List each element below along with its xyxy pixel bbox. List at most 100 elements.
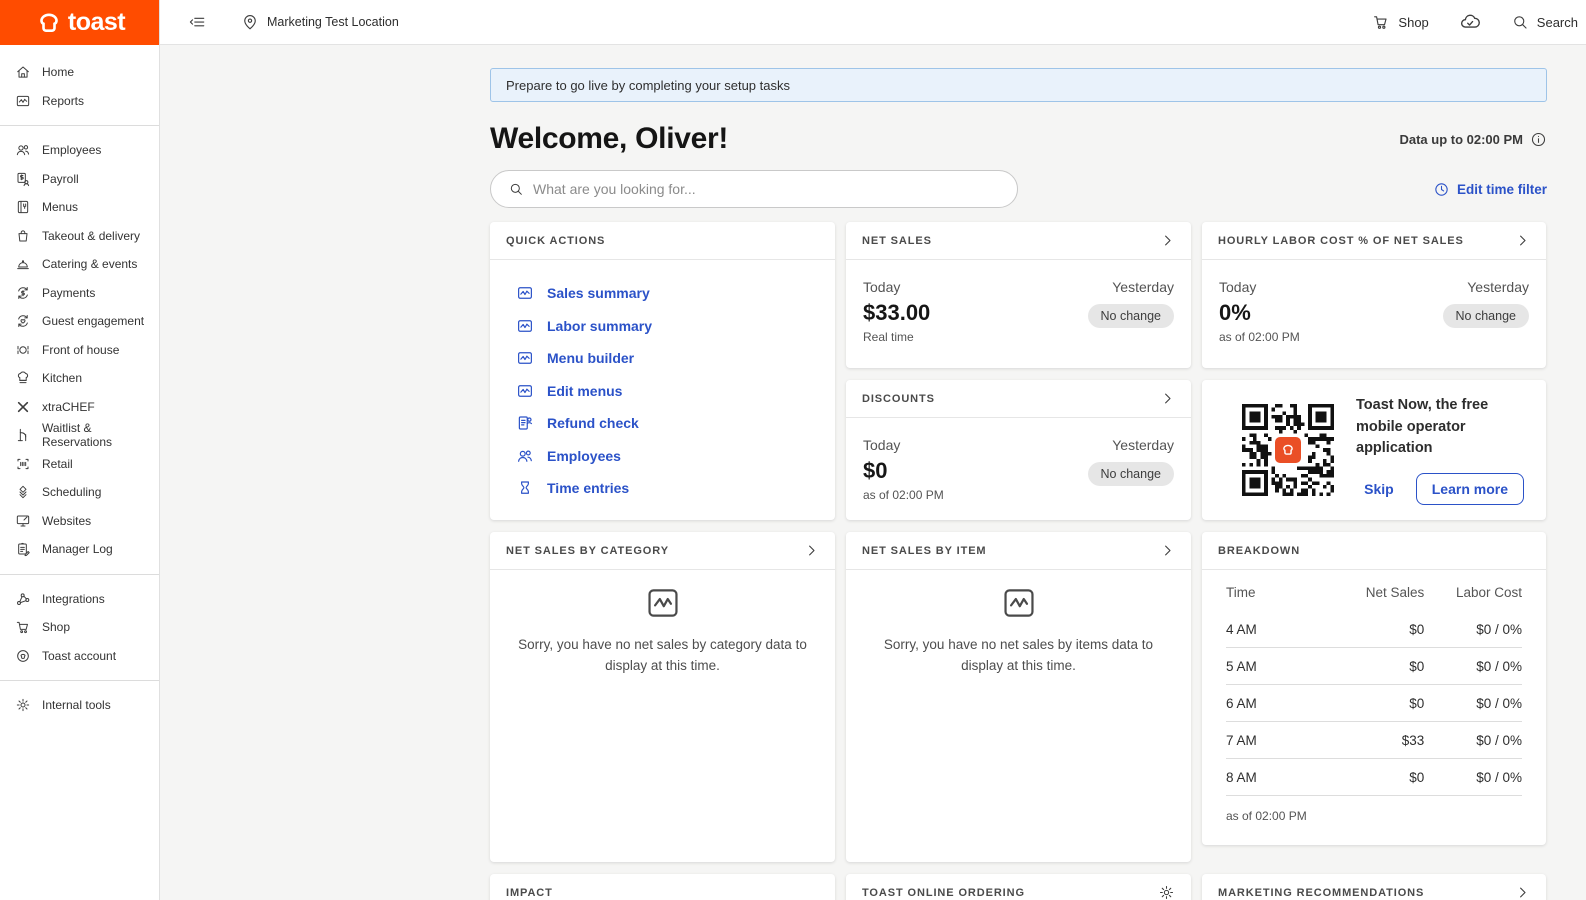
chevron-right-icon[interactable] xyxy=(1160,233,1175,248)
breakdown-as-of: as of 02:00 PM xyxy=(1226,796,1522,823)
quick-action-edit-menus[interactable]: Edit menus xyxy=(516,382,809,400)
chevron-right-icon[interactable] xyxy=(804,543,819,558)
sidebar-item-manager-log[interactable]: Manager Log xyxy=(0,535,159,564)
chevron-right-icon[interactable] xyxy=(1515,233,1530,248)
gear-icon xyxy=(15,697,31,713)
sidebar-item-label: Scheduling xyxy=(42,485,101,499)
sidebar-item-label: xtraCHEF xyxy=(42,400,95,414)
sidebar-item-label: Catering & events xyxy=(42,257,137,271)
data-up-to-label: Data up to 02:00 PM xyxy=(1399,132,1523,147)
quick-action-refund-check[interactable]: Refund check xyxy=(516,414,809,432)
edit-time-filter-label: Edit time filter xyxy=(1457,182,1547,197)
sidebar-item-employees[interactable]: Employees xyxy=(0,136,159,165)
sidebar-item-kitchen[interactable]: Kitchen xyxy=(0,364,159,393)
card-header: HOURLY LABOR COST % OF NET SALES xyxy=(1202,222,1546,260)
quick-action-menu-builder[interactable]: Menu builder xyxy=(516,349,809,367)
card-header: DISCOUNTS xyxy=(846,380,1191,418)
chevron-right-icon[interactable] xyxy=(1160,543,1175,558)
sidebar-item-payments[interactable]: Payments xyxy=(0,279,159,308)
setup-tasks-banner[interactable]: Prepare to go live by completing your se… xyxy=(490,68,1547,102)
sidebar-item-waitlist-reservations[interactable]: Waitlist & Reservations xyxy=(0,421,159,450)
sidebar-item-label: Front of house xyxy=(42,343,119,357)
quick-action-sales-summary[interactable]: Sales summary xyxy=(516,284,809,302)
chevron-right-icon[interactable] xyxy=(1515,885,1530,900)
sidebar-divider xyxy=(0,125,159,126)
sidebar-item-guest-engagement[interactable]: Guest engagement xyxy=(0,307,159,336)
hourglass-icon xyxy=(516,479,534,497)
page-title: Welcome, Oliver! xyxy=(490,122,728,156)
xtrachef-icon xyxy=(15,399,31,415)
search-input[interactable] xyxy=(533,181,1000,197)
card-title: IMPACT xyxy=(506,887,553,899)
learn-more-button[interactable]: Learn more xyxy=(1416,473,1524,505)
skip-button[interactable]: Skip xyxy=(1364,481,1394,497)
collapse-menu-icon xyxy=(188,13,206,31)
search-button[interactable]: Search xyxy=(1511,13,1578,31)
toast-account-icon xyxy=(15,648,31,664)
sidebar-item-shop[interactable]: Shop xyxy=(0,613,159,642)
sidebar-item-toast-account[interactable]: Toast account xyxy=(0,642,159,671)
sync-status-button[interactable] xyxy=(1459,11,1481,33)
net-sales-card: NET SALES Today $33.00 Real time Yesterd… xyxy=(846,222,1191,368)
shop-button[interactable]: Shop xyxy=(1372,13,1428,31)
sidebar-item-payroll[interactable]: Payroll xyxy=(0,165,159,194)
sidebar-item-retail[interactable]: Retail xyxy=(0,450,159,479)
integrations-icon xyxy=(15,591,31,607)
qr-code xyxy=(1242,404,1334,496)
search-icon xyxy=(508,181,524,197)
takeout-bag-icon xyxy=(15,228,31,244)
sidebar-item-label: Internal tools xyxy=(42,698,111,712)
quick-action-time-entries[interactable]: Time entries xyxy=(516,479,809,497)
sidebar-item-label: Websites xyxy=(42,514,91,528)
sidebar-item-takeout-delivery[interactable]: Takeout & delivery xyxy=(0,222,159,251)
labor-value: 0% xyxy=(1219,300,1300,326)
table-header-row: Time Net Sales Labor Cost xyxy=(1226,570,1522,611)
sidebar-item-scheduling[interactable]: Scheduling xyxy=(0,478,159,507)
col-time: Time xyxy=(1226,570,1327,611)
card-header: MARKETING RECOMMENDATIONS xyxy=(1202,874,1546,900)
empty-chart-icon xyxy=(1000,584,1038,622)
topbar: Marketing Test Location Shop Search xyxy=(160,0,1586,45)
edit-time-filter-button[interactable]: Edit time filter xyxy=(1433,181,1547,198)
no-change-badge: No change xyxy=(1088,462,1174,486)
sidebar-item-label: Reports xyxy=(42,94,84,108)
info-icon[interactable] xyxy=(1530,131,1547,148)
sidebar-item-label: Retail xyxy=(42,457,73,471)
net-sales-by-category-card: NET SALES BY CATEGORY Sorry, you have no… xyxy=(490,532,835,862)
gear-icon[interactable] xyxy=(1158,884,1175,900)
sidebar-item-label: Kitchen xyxy=(42,371,82,385)
websites-icon xyxy=(15,513,31,529)
sidebar-item-menus[interactable]: Menus xyxy=(0,193,159,222)
chevron-right-icon[interactable] xyxy=(1160,391,1175,406)
retail-barcode-icon xyxy=(15,456,31,472)
brand-name: toast xyxy=(68,8,125,37)
toast-logo-badge xyxy=(1275,437,1301,463)
today-label: Today xyxy=(863,437,944,453)
sidebar-item-label: Takeout & delivery xyxy=(42,229,140,243)
scheduling-icon xyxy=(15,484,31,500)
location-pin-icon xyxy=(241,13,259,31)
card-title: BREAKDOWN xyxy=(1218,545,1300,557)
sidebar-item-reports[interactable]: Reports xyxy=(0,87,159,116)
waitlist-icon xyxy=(15,427,31,443)
today-label: Today xyxy=(1219,279,1300,295)
card-header: BREAKDOWN xyxy=(1202,532,1546,570)
sidebar-item-xtrachef[interactable]: xtraCHEF xyxy=(0,393,159,422)
quick-action-labor-summary[interactable]: Labor summary xyxy=(516,317,809,335)
sidebar-item-internal-tools[interactable]: Internal tools xyxy=(0,691,159,720)
sidebar-item-catering-events[interactable]: Catering & events xyxy=(0,250,159,279)
net-sales-sub: Real time xyxy=(863,330,930,344)
sidebar-item-front-of-house[interactable]: Front of house xyxy=(0,336,159,365)
location-selector[interactable]: Marketing Test Location xyxy=(267,15,399,29)
sidebar-item-websites[interactable]: Websites xyxy=(0,507,159,536)
toast-logo[interactable]: toast xyxy=(0,0,159,45)
collapse-sidebar-button[interactable] xyxy=(188,13,206,31)
col-net-sales: Net Sales xyxy=(1327,570,1425,611)
card-header: NET SALES xyxy=(846,222,1191,260)
table-row: 6 AM $0 $0 / 0% xyxy=(1226,685,1522,722)
sidebar-item-integrations[interactable]: Integrations xyxy=(0,585,159,614)
sidebar-nav: Home Reports Employees Payroll Menus Tak… xyxy=(0,45,159,720)
sidebar-item-home[interactable]: Home xyxy=(0,58,159,87)
sidebar-item-label: Manager Log xyxy=(42,542,113,556)
quick-action-employees[interactable]: Employees xyxy=(516,447,809,465)
